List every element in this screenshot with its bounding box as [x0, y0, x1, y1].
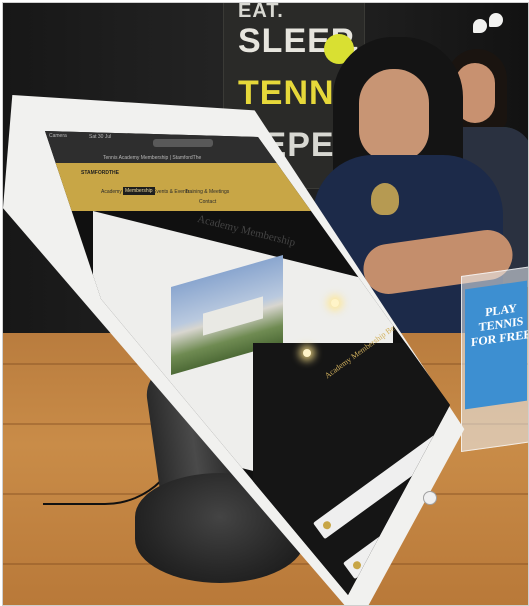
- nav-item-contact[interactable]: Contact: [199, 199, 216, 205]
- nav-item-academy[interactable]: Academy: [101, 189, 122, 195]
- status-bar-left: Camera: [49, 133, 67, 139]
- poster-line-1: EAT.: [238, 2, 284, 22]
- browser-url-bar[interactable]: [153, 139, 213, 147]
- shirt-logo-icon: [371, 183, 399, 215]
- light-reflection: [303, 349, 311, 357]
- benefit-icon: [321, 519, 333, 531]
- sign-text: PLAY TENNIS FOR FREE: [471, 299, 528, 349]
- tablet-home-button[interactable]: [423, 491, 437, 505]
- photo: EAT. SLEEP. TENNIS. REPEAT. PLAY TENNIS …: [2, 2, 529, 606]
- browser-tab-title[interactable]: Tennis Academy Membership | StamfordThe: [103, 155, 201, 161]
- light-reflection: [331, 299, 339, 307]
- nav-item-training[interactable]: Training & Meetings: [185, 189, 229, 195]
- benefit-icon: [351, 559, 363, 571]
- status-bar-time: Sat 30 Jul: [89, 134, 112, 140]
- site-brand[interactable]: STAMFORDTHE: [81, 170, 119, 176]
- nav-item-membership[interactable]: Membership: [123, 187, 155, 195]
